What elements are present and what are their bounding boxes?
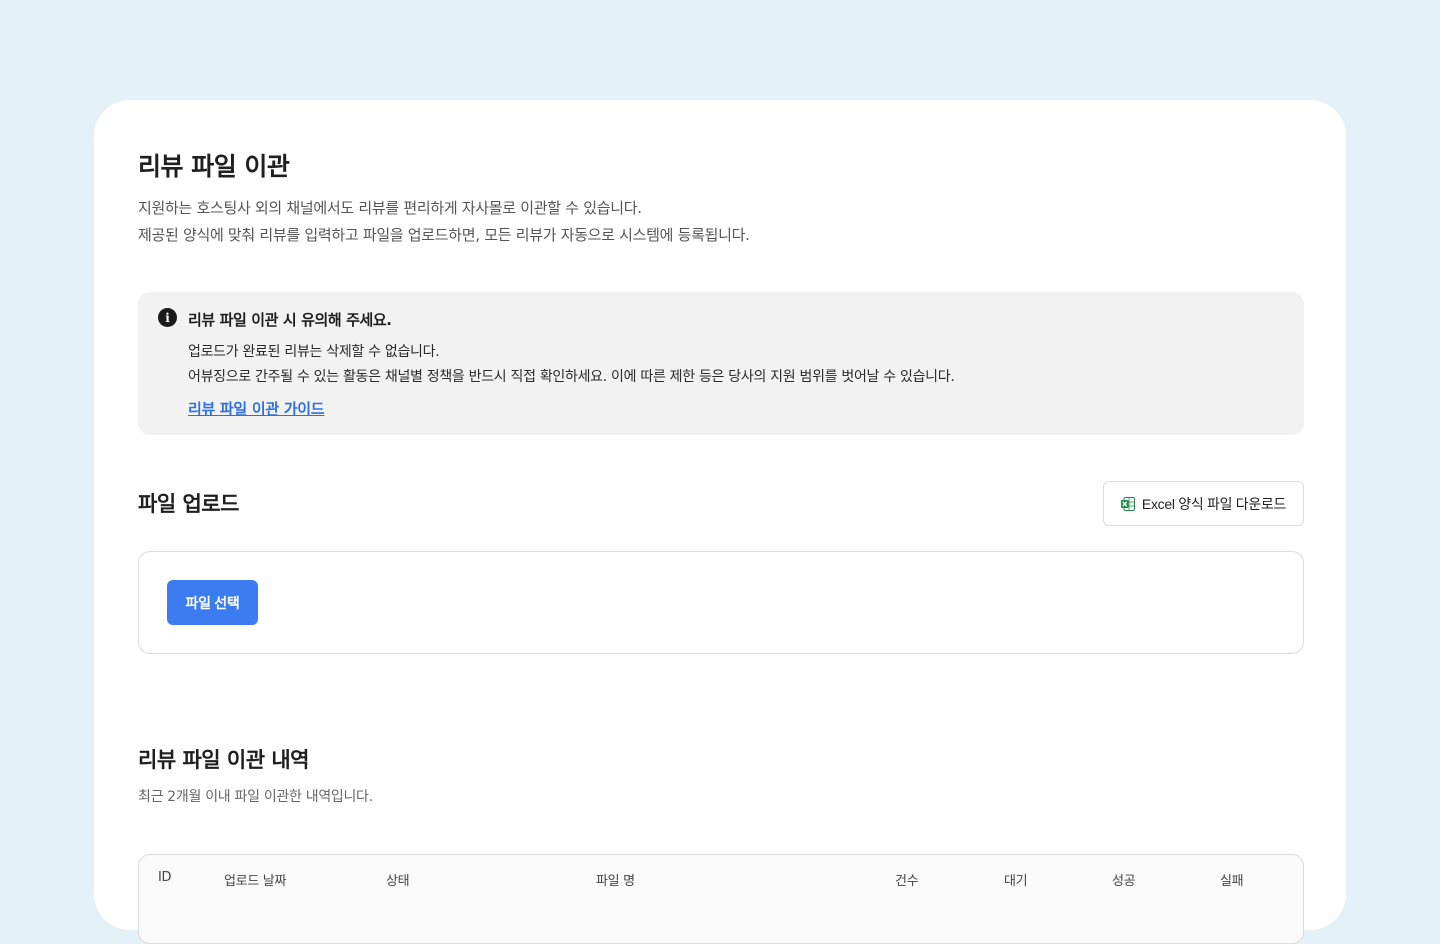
file-select-button[interactable]: 파일 선택 — [167, 580, 258, 625]
history-subtitle: 최근 2개월 이내 파일 이관한 내역입니다. — [138, 789, 373, 805]
notice-line: 어뷰징으로 간주될 수 있는 활동은 채널별 정책을 반드시 직접 확인하세요.… — [188, 369, 955, 385]
notice-line: 업로드가 완료된 리뷰는 삭제할 수 없습니다. — [188, 344, 440, 360]
column-header-status: 상태 — [386, 874, 410, 889]
column-header-success: 성공 — [1112, 874, 1136, 889]
column-header-count: 건수 — [895, 874, 919, 889]
notice-box: i 리뷰 파일 이관 시 유의해 주세요. 업로드가 완료된 리뷰는 삭제할 수… — [138, 292, 1304, 435]
page-title: 리뷰 파일 이관 — [138, 152, 290, 181]
column-header-pending: 대기 — [1004, 874, 1028, 889]
history-section-title: 리뷰 파일 이관 내역 — [138, 748, 310, 772]
excel-button-label: Excel 양식 파일 다운로드 — [1141, 495, 1287, 512]
upload-section-title: 파일 업로드 — [138, 492, 239, 516]
info-icon: i — [158, 308, 177, 327]
table-header: ID 업로드 날짜 상태 파일 명 건수 대기 성공 실패 — [139, 855, 1303, 901]
column-header-upload-date: 업로드 날짜 — [224, 874, 287, 889]
guide-link[interactable]: 리뷰 파일 이관 가이드 — [188, 398, 325, 419]
page-description: 지원하는 호스팅사 외의 채널에서도 리뷰를 편리하게 자사몰로 이관할 수 있… — [138, 195, 750, 249]
history-table: ID 업로드 날짜 상태 파일 명 건수 대기 성공 실패 — [138, 854, 1304, 944]
notice-title: 리뷰 파일 이관 시 유의해 주세요. — [188, 311, 392, 329]
main-card: 리뷰 파일 이관 지원하는 호스팅사 외의 채널에서도 리뷰를 편리하게 자사몰… — [94, 100, 1346, 944]
description-line: 제공된 양식에 맞춰 리뷰를 입력하고 파일을 업로드하면, 모든 리뷰가 자동… — [138, 226, 750, 244]
excel-download-button[interactable]: Excel 양식 파일 다운로드 — [1103, 481, 1304, 526]
notice-lines: 업로드가 완료된 리뷰는 삭제할 수 없습니다. 어뷰징으로 간주될 수 있는 … — [188, 340, 955, 390]
description-line: 지원하는 호스팅사 외의 채널에서도 리뷰를 편리하게 자사몰로 이관할 수 있… — [138, 199, 642, 217]
upload-dropzone[interactable]: 파일 선택 — [138, 551, 1304, 654]
column-header-file-name: 파일 명 — [596, 874, 635, 889]
column-header-failure: 실패 — [1220, 874, 1244, 889]
excel-icon — [1120, 496, 1135, 511]
column-header-id: ID — [158, 870, 172, 885]
